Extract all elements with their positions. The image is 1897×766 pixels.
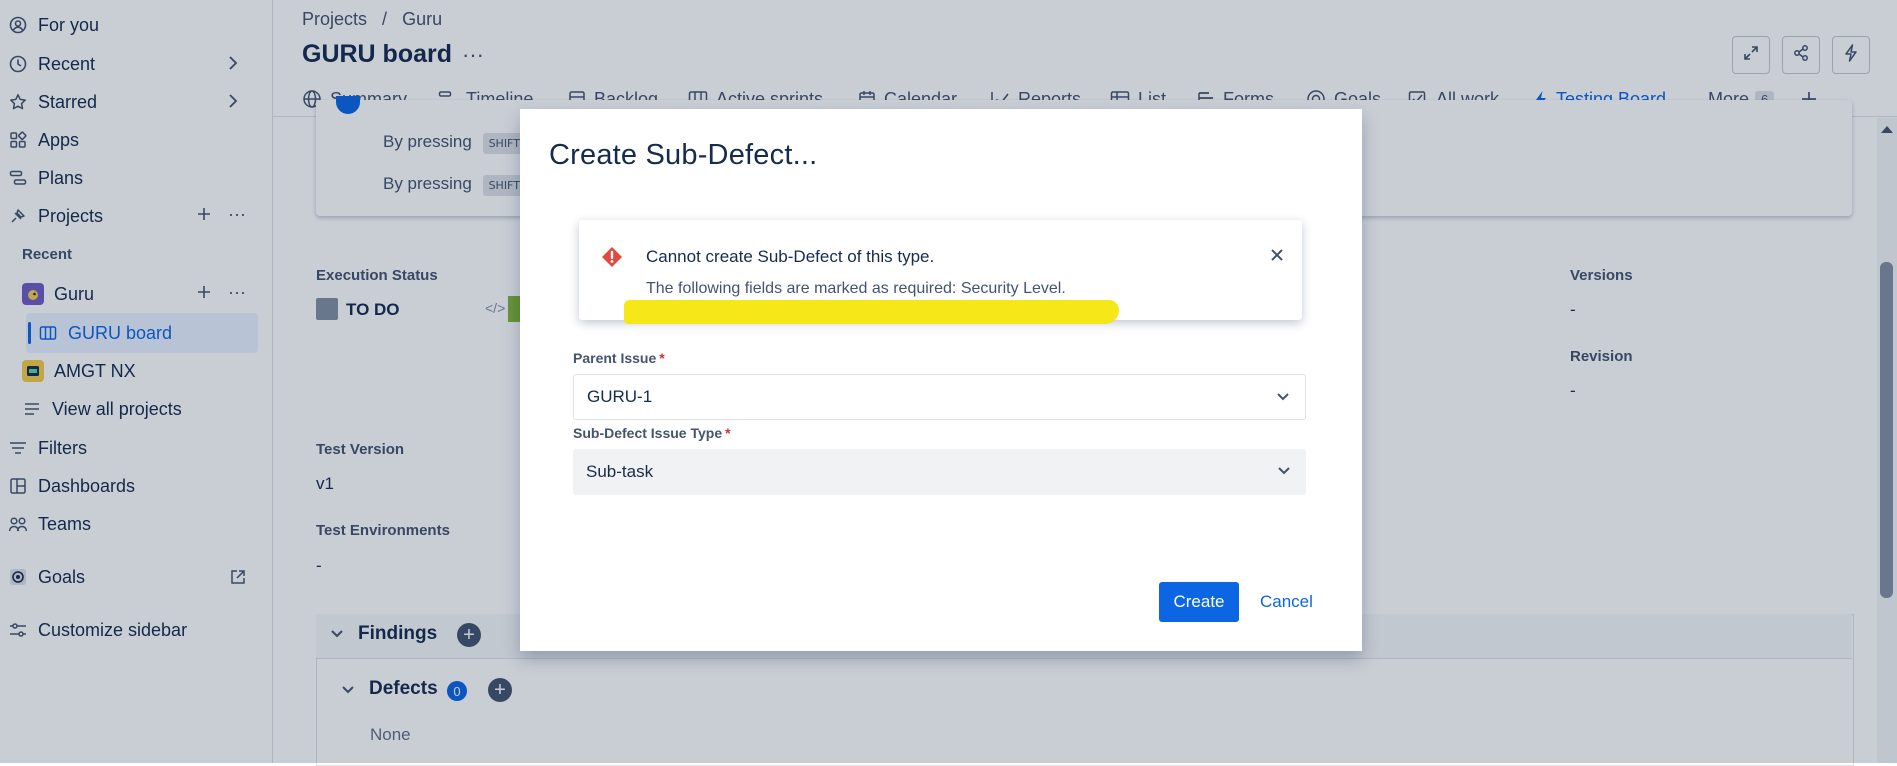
- sub-defect-type-label-text: Sub-Defect Issue Type: [573, 425, 723, 441]
- chevron-down-icon: [1275, 389, 1291, 410]
- dialog-title: Create Sub-Defect...: [549, 139, 818, 171]
- parent-issue-select[interactable]: GURU-1: [573, 374, 1306, 420]
- create-sub-defect-dialog: Create Sub-Defect... Cannot create Sub-D…: [520, 109, 1362, 651]
- sub-defect-type-label: Sub-Defect Issue Type *: [573, 425, 731, 441]
- cancel-button[interactable]: Cancel: [1260, 582, 1313, 622]
- chevron-down-icon: [1276, 463, 1292, 484]
- required-asterisk: *: [725, 425, 731, 441]
- error-icon: [601, 246, 623, 273]
- close-icon[interactable]: [1270, 248, 1284, 267]
- parent-issue-value: GURU-1: [587, 387, 653, 406]
- required-asterisk: *: [659, 350, 665, 366]
- highlighter-annotation: [624, 300, 1119, 324]
- create-button[interactable]: Create: [1159, 582, 1239, 622]
- parent-issue-label: Parent Issue *: [573, 350, 665, 366]
- error-body: The following fields are marked as requi…: [646, 280, 1066, 297]
- error-title: Cannot create Sub-Defect of this type.: [646, 247, 935, 266]
- sub-defect-type-select[interactable]: Sub-task: [573, 449, 1306, 495]
- sub-defect-type-value: Sub-task: [586, 462, 654, 481]
- parent-issue-label-text: Parent Issue: [573, 350, 657, 366]
